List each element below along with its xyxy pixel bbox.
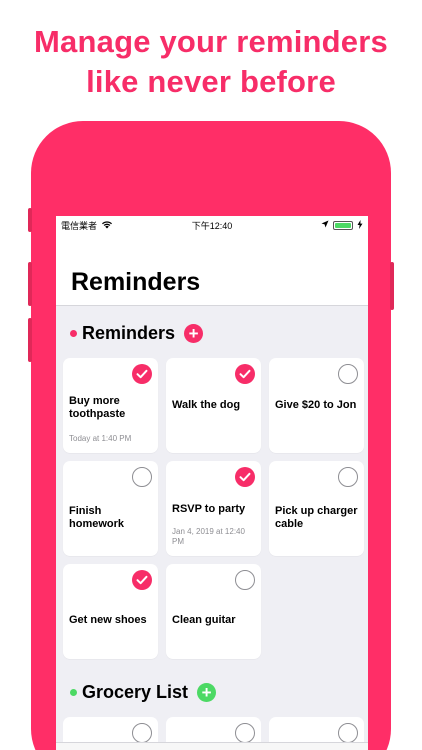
promo-headline: Manage your reminders like never before (0, 22, 422, 102)
phone-power-button (390, 262, 394, 310)
phone-volume-down-button (28, 318, 32, 362)
reminder-title: Finish homework (69, 505, 125, 530)
phone-side-button (28, 208, 32, 232)
reminder-due-time: Today at 1:40 PM (69, 434, 132, 443)
reminder-card[interactable]: Buy more toothpaste Today at 1:40 PM (63, 358, 158, 453)
reminder-card[interactable]: Finish homework (63, 461, 158, 556)
nav-bar: Reminders (56, 234, 368, 306)
reminders-grid: Buy more toothpaste Today at 1:40 PM Wal… (56, 352, 368, 659)
app-screen: 電信業者 下午12:40 Reminders Reminders + Buy m… (56, 216, 368, 750)
reminder-title: RSVP to party (172, 503, 246, 515)
section-title: Reminders (82, 322, 176, 343)
reminder-card[interactable]: Clean guitar (166, 564, 261, 659)
add-grocery-button[interactable]: + (197, 682, 217, 702)
headline-line-1: Manage your reminders (34, 24, 388, 59)
reminder-title: Walk the dog (172, 399, 241, 412)
checkmark-icon[interactable] (235, 467, 255, 487)
phone-volume-up-button (28, 262, 32, 306)
reminder-card[interactable]: Pick up charger cable (269, 461, 364, 556)
empty-circle-icon[interactable] (132, 467, 152, 487)
empty-circle-icon[interactable] (338, 467, 358, 487)
reminder-card[interactable]: Get new shoes (63, 564, 158, 659)
empty-circle-icon[interactable] (235, 723, 255, 743)
reminder-card[interactable]: Walk the dog (166, 358, 261, 453)
reminder-title: Buy more toothpaste (69, 395, 126, 420)
headline-line-2: like never before (86, 64, 336, 99)
status-time: 下午12:40 (191, 220, 233, 231)
reminder-title: Clean guitar (172, 614, 236, 627)
reminder-card[interactable]: RSVP to party Jan 4, 2019 at 12:40 PM (166, 461, 261, 556)
empty-circle-icon[interactable] (132, 723, 152, 743)
status-bar: 電信業者 下午12:40 (56, 216, 368, 234)
reminder-due-time: Jan 4, 2019 at 12:40 PM (172, 527, 245, 546)
reminder-title: Give $20 to Jon (275, 399, 357, 412)
checkmark-icon[interactable] (132, 364, 152, 384)
section-color-dot (70, 329, 77, 337)
page-title: Reminders (71, 268, 201, 296)
section-header-reminders: Reminders + (56, 314, 368, 352)
add-reminder-button[interactable]: + (184, 323, 204, 343)
battery-icon (333, 220, 353, 230)
reminder-card[interactable]: Give $20 to Jon (269, 358, 364, 453)
reminder-title: Get new shoes (69, 614, 147, 627)
section-title: Grocery List (82, 681, 189, 702)
tab-bar (56, 742, 368, 750)
reminder-title: Pick up charger cable (275, 505, 358, 530)
section-color-dot (70, 688, 77, 696)
empty-circle-icon[interactable] (338, 723, 358, 743)
section-header-grocery-list: Grocery List + (56, 673, 368, 711)
